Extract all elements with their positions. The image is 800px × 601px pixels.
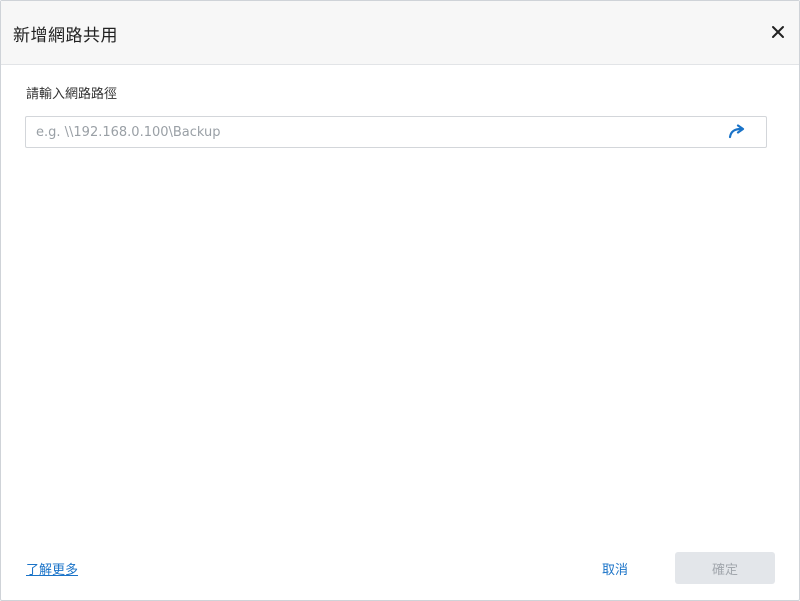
arrow-redo-icon[interactable] <box>728 124 746 140</box>
learn-more-link[interactable]: 了解更多 <box>26 559 78 578</box>
cancel-button[interactable]: 取消 <box>589 552 641 584</box>
dialog-title: 新增網路共用 <box>13 26 118 46</box>
ok-button[interactable]: 確定 <box>675 552 775 584</box>
dialog-header: 新增網路共用 <box>1 1 799 65</box>
close-button[interactable] <box>767 21 789 43</box>
add-network-share-dialog: 新增網路共用 請輸入網路路徑 了解更多 取消 確定 <box>0 0 800 601</box>
close-icon <box>772 26 784 38</box>
network-path-field <box>25 116 767 148</box>
network-path-input[interactable] <box>26 117 726 147</box>
network-path-label: 請輸入網路路徑 <box>26 87 118 102</box>
